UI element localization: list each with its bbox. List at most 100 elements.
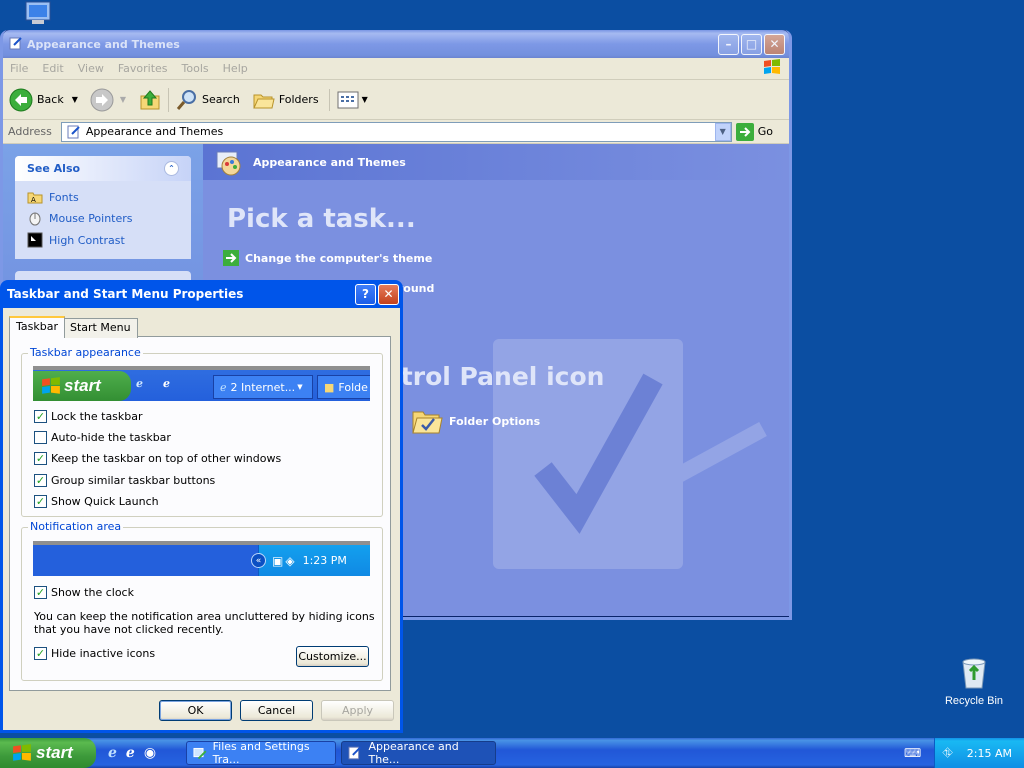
preview-tray: « ▣ ◈ 1:23 PM <box>251 545 370 576</box>
go-arrow-icon <box>735 122 754 141</box>
group-buttons-checkbox[interactable]: ✓ Group similar taskbar buttons <box>34 474 215 487</box>
apply-button: Apply <box>321 700 394 721</box>
language-bar-keyboard-icon[interactable]: ⌨ <box>904 746 921 760</box>
up-folder-button[interactable] <box>132 88 168 112</box>
ok-button[interactable]: OK <box>159 700 232 721</box>
taskbar-task-files-settings[interactable]: Files and Settings Tra... <box>186 740 336 766</box>
views-dropdown-icon: ▼ <box>361 95 368 104</box>
checkbox-checked: ✓ <box>34 410 47 423</box>
checkbox-checked: ✓ <box>34 474 47 487</box>
views-button[interactable]: ▼ <box>328 88 374 111</box>
mouse-icon <box>29 212 41 226</box>
see-also-fonts-link[interactable]: A Fonts <box>15 187 191 207</box>
see-also-mouse-pointers-link[interactable]: Mouse Pointers <box>15 207 191 229</box>
watermark-checkmark-icon <box>493 339 767 569</box>
start-button[interactable]: start <box>0 738 96 768</box>
checkbox-checked: ✓ <box>34 586 47 599</box>
menu-help[interactable]: Help <box>216 62 255 75</box>
preview-start-button: start <box>33 371 131 401</box>
appearance-task-icon <box>348 746 362 760</box>
back-label: Back <box>37 93 64 106</box>
search-button[interactable]: Search <box>168 87 246 112</box>
windows-logo-icon <box>755 59 789 78</box>
dialog-titlebar[interactable]: Taskbar and Start Menu Properties ? ✕ <box>3 280 400 308</box>
customize-button[interactable]: Customize... <box>296 646 369 667</box>
menu-favorites[interactable]: Favorites <box>111 62 175 75</box>
preview-task-folder: ■ Folde <box>317 375 370 399</box>
recycle-bin-icon <box>962 658 986 689</box>
search-icon <box>176 89 197 110</box>
see-also-panel: See Also ⌃ A Fonts Mouse Pointers High C… <box>15 156 191 259</box>
go-button[interactable]: Go <box>735 122 789 141</box>
address-value: Appearance and Themes <box>85 125 224 138</box>
show-hidden-icons-chevron: « <box>251 553 266 568</box>
see-also-high-contrast-link[interactable]: High Contrast <box>15 229 191 251</box>
task-arrow-icon <box>223 250 239 266</box>
views-grid-icon <box>337 91 359 108</box>
back-arrow-icon <box>9 88 33 111</box>
appearance-themes-icon <box>216 151 241 176</box>
taskbar-appearance-label: Taskbar appearance <box>28 346 143 359</box>
auto-hide-checkbox[interactable]: Auto-hide the taskbar <box>34 431 171 444</box>
minimize-button[interactable]: – <box>718 33 739 55</box>
clock[interactable]: 2:15 AM <box>967 747 1012 760</box>
preview-volume-icon: ◈ <box>285 553 295 568</box>
network-tray-icon[interactable]: ⛗ <box>942 746 952 761</box>
checkbox-checked: ✓ <box>34 495 47 508</box>
menu-bar: File Edit View Favorites Tools Help <box>3 58 789 80</box>
menu-view[interactable]: View <box>71 62 111 75</box>
taskbar: start ℯ ℯ ◉ Files and Settings Tra... Ap… <box>0 738 1024 768</box>
help-button[interactable]: ? <box>355 283 376 305</box>
close-button[interactable]: ✕ <box>764 33 785 55</box>
menu-tools[interactable]: Tools <box>175 62 216 75</box>
lock-taskbar-checkbox[interactable]: ✓ Lock the taskbar <box>34 410 143 423</box>
explorer-window-icon <box>9 36 23 53</box>
folder-options-link[interactable]: Folder Options <box>411 406 540 436</box>
outlook-express-icon[interactable]: ℯ <box>126 745 135 761</box>
category-title: Appearance and Themes <box>253 155 406 169</box>
forward-dropdown-icon[interactable]: ▼ <box>120 95 126 104</box>
collapse-chevron-icon[interactable]: ⌃ <box>164 161 179 176</box>
explorer-titlebar[interactable]: Appearance and Themes – □ ✕ <box>3 30 789 58</box>
see-also-header[interactable]: See Also ⌃ <box>15 156 191 181</box>
address-page-icon <box>67 125 80 138</box>
quick-launch-checkbox[interactable]: ✓ Show Quick Launch <box>34 495 159 508</box>
checkbox-unchecked <box>34 431 47 444</box>
taskbar-task-appearance[interactable]: Appearance and The... <box>341 740 496 766</box>
menu-edit[interactable]: Edit <box>35 62 70 75</box>
menu-file[interactable]: File <box>3 62 35 75</box>
address-label: Address <box>8 125 52 138</box>
files-settings-icon <box>193 747 207 760</box>
notification-description: You can keep the notification area unclu… <box>34 610 375 636</box>
address-dropdown-icon[interactable]: ▼ <box>714 122 731 141</box>
back-button[interactable]: Back ▼ <box>3 88 84 112</box>
go-label: Go <box>757 125 773 138</box>
hide-inactive-icons-checkbox[interactable]: ✓ Hide inactive icons <box>34 647 155 660</box>
back-dropdown-icon[interactable]: ▼ <box>72 95 78 104</box>
preview-task-internet: ℯ 2 Internet... ▼ <box>213 375 313 399</box>
explorer-title: Appearance and Themes <box>27 37 180 51</box>
system-tray: ⛗ 2:15 AM <box>934 738 1024 768</box>
cancel-button[interactable]: Cancel <box>240 700 313 721</box>
folder-options-icon <box>412 411 443 434</box>
preview-ie2-icon: ℯ <box>163 377 170 390</box>
keep-on-top-checkbox[interactable]: ✓ Keep the taskbar on top of other windo… <box>34 452 281 465</box>
dialog-close-button[interactable]: ✕ <box>378 283 399 305</box>
internet-explorer-icon[interactable]: ℯ <box>108 745 117 761</box>
folders-button[interactable]: Folders <box>246 88 325 112</box>
maximize-button[interactable]: □ <box>741 33 762 55</box>
toolbar: Back ▼ ▼ Search Folders ▼ <box>3 80 789 120</box>
recycle-bin-desktop-icon[interactable]: Recycle Bin <box>944 656 1004 707</box>
media-player-icon[interactable]: ◉ <box>144 745 156 761</box>
quick-launch: ℯ ℯ ◉ <box>108 745 156 761</box>
high-contrast-icon <box>27 232 43 248</box>
show-clock-checkbox[interactable]: ✓ Show the clock <box>34 586 134 599</box>
tab-taskbar[interactable]: Taskbar <box>9 316 65 338</box>
my-computer-desktop-icon[interactable] <box>20 0 56 28</box>
forward-button[interactable]: ▼ <box>84 88 132 112</box>
address-bar: Address Appearance and Themes ▼ Go <box>3 120 789 144</box>
fonts-folder-icon: A <box>27 192 43 204</box>
address-input[interactable]: Appearance and Themes ▼ <box>60 121 732 142</box>
task-change-theme[interactable]: Change the computer's theme <box>223 250 432 266</box>
tab-start-menu[interactable]: Start Menu <box>63 318 138 338</box>
